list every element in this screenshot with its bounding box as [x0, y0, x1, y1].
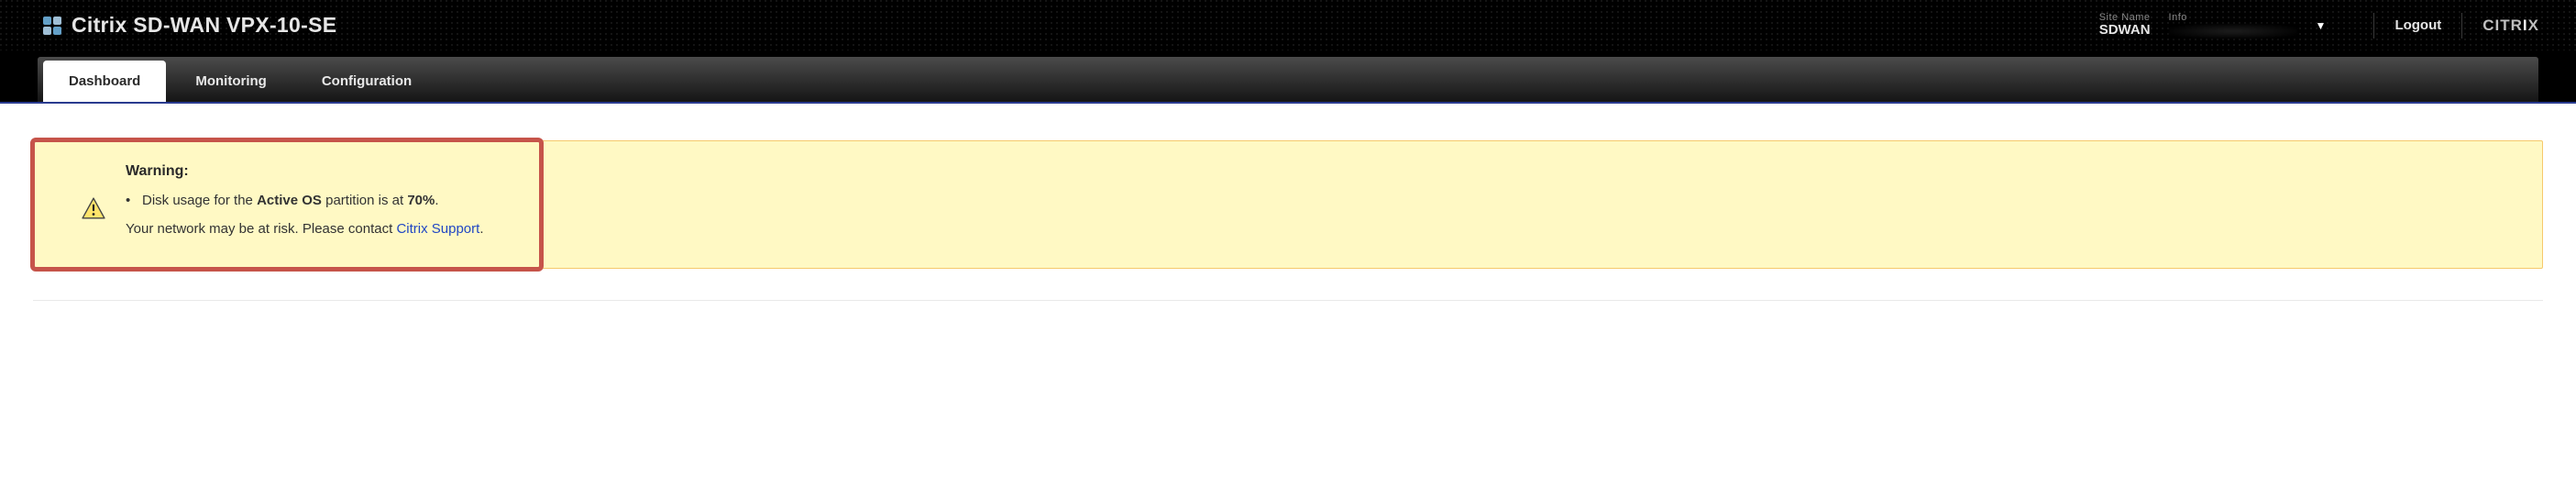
- warning-item-disk-usage: Disk usage for the Active OS partition i…: [126, 193, 2515, 208]
- tab-monitoring[interactable]: Monitoring: [170, 61, 292, 102]
- product-title: Citrix SD-WAN VPX-10-SE: [72, 13, 336, 38]
- risk-text: .: [479, 221, 483, 237]
- content-area: Warning: Disk usage for the Active OS pa…: [0, 104, 2576, 287]
- warning-list: Disk usage for the Active OS partition i…: [126, 193, 2515, 208]
- tab-configuration[interactable]: Configuration: [296, 61, 437, 102]
- warning-item-text: Disk usage for the: [142, 193, 257, 208]
- divider: [2373, 13, 2374, 39]
- warning-item-text: .: [435, 193, 438, 208]
- logout-link[interactable]: Logout: [2394, 17, 2441, 33]
- warning-heading: Warning:: [126, 163, 2515, 180]
- info-value-redacted: [2169, 24, 2297, 39]
- tab-dashboard[interactable]: Dashboard: [43, 61, 166, 102]
- warning-item-bold-os: Active OS: [257, 193, 322, 208]
- warning-item-bold-pct: 70%: [407, 193, 435, 208]
- section-divider: [33, 300, 2543, 301]
- site-name-block: Site Name SDWAN: [2099, 12, 2151, 39]
- info-block: Info: [2169, 12, 2306, 38]
- citrix-brand-text: CITRIX: [2482, 17, 2539, 35]
- citrix-support-link[interactable]: Citrix Support: [396, 221, 479, 237]
- citrix-logo-icon: [42, 16, 62, 36]
- warning-item-text: partition is at: [322, 193, 407, 208]
- tabbar-container: Dashboard Monitoring Configuration: [0, 50, 2576, 104]
- risk-text: Your network may be at risk. Please cont…: [126, 221, 396, 237]
- divider: [2461, 13, 2462, 39]
- main-tabbar: Dashboard Monitoring Configuration: [37, 56, 2539, 102]
- info-dropdown-caret[interactable]: ▼: [2316, 19, 2327, 32]
- info-label: Info: [2169, 12, 2306, 23]
- site-name-value: SDWAN: [2099, 23, 2151, 39]
- warning-risk-line: Your network may be at risk. Please cont…: [126, 221, 2515, 237]
- app-header: Citrix SD-WAN VPX-10-SE Site Name SDWAN …: [0, 0, 2576, 50]
- warning-triangle-icon: [82, 196, 105, 220]
- warning-banner: Warning: Disk usage for the Active OS pa…: [33, 140, 2543, 269]
